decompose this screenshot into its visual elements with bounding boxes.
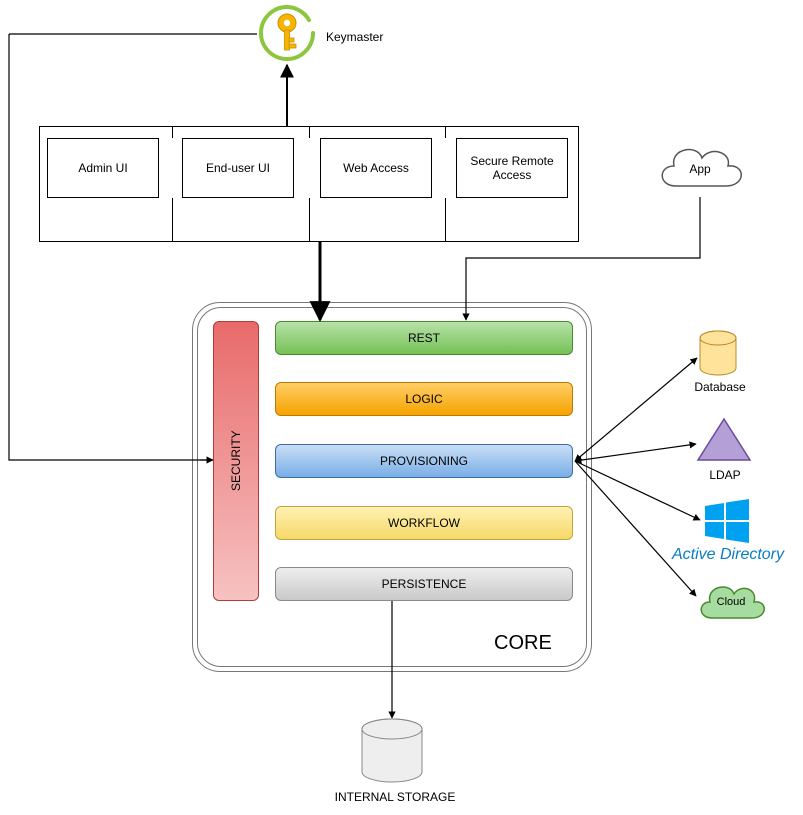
enduser-ui-label: End-user UI [206, 161, 270, 175]
diagram-canvas: Keymaster Admin UI End-user UI Web Acces… [0, 0, 803, 815]
enduser-ui-box: End-user UI [182, 138, 294, 198]
admin-ui-box: Admin UI [47, 138, 159, 198]
windows-icon [702, 498, 752, 544]
app-cloud: App [652, 136, 748, 198]
core-title: CORE [494, 632, 552, 655]
secure-remote-label: Secure Remote Access [463, 154, 561, 182]
logic-label: LOGIC [405, 392, 442, 406]
secure-remote-box: Secure Remote Access [456, 138, 568, 198]
database-label: Database [690, 380, 750, 394]
workflow-label: WORKFLOW [388, 516, 460, 530]
cloud-target-icon: Cloud [694, 576, 768, 626]
ldap-label: LDAP [700, 468, 750, 482]
admin-ui-label: Admin UI [78, 161, 127, 175]
rest-label: REST [408, 331, 440, 345]
frame-side-left [39, 126, 40, 242]
persistence-label: PERSISTENCE [382, 577, 467, 591]
logic-bar: LOGIC [275, 382, 573, 416]
cloud-label: Cloud [694, 596, 768, 608]
app-label: App [652, 162, 748, 176]
frame-side-right [578, 126, 579, 242]
persistence-bar: PERSISTENCE [275, 567, 573, 601]
internal-storage-label: INTERNAL STORAGE [330, 790, 460, 804]
provisioning-label: PROVISIONING [380, 454, 468, 468]
keymaster-label: Keymaster [326, 30, 383, 44]
rest-bar: REST [275, 321, 573, 355]
security-label: SECURITY [229, 431, 243, 492]
internal-storage-icon [357, 718, 427, 784]
ad-label: Active Directory [663, 546, 793, 564]
workflow-bar: WORKFLOW [275, 506, 573, 540]
ldap-icon [696, 416, 752, 464]
provisioning-bar: PROVISIONING [275, 444, 573, 478]
web-access-label: Web Access [343, 161, 409, 175]
security-bar: SECURITY [213, 321, 259, 601]
database-icon [697, 330, 739, 378]
keymaster-icon [257, 3, 317, 63]
web-access-box: Web Access [320, 138, 432, 198]
